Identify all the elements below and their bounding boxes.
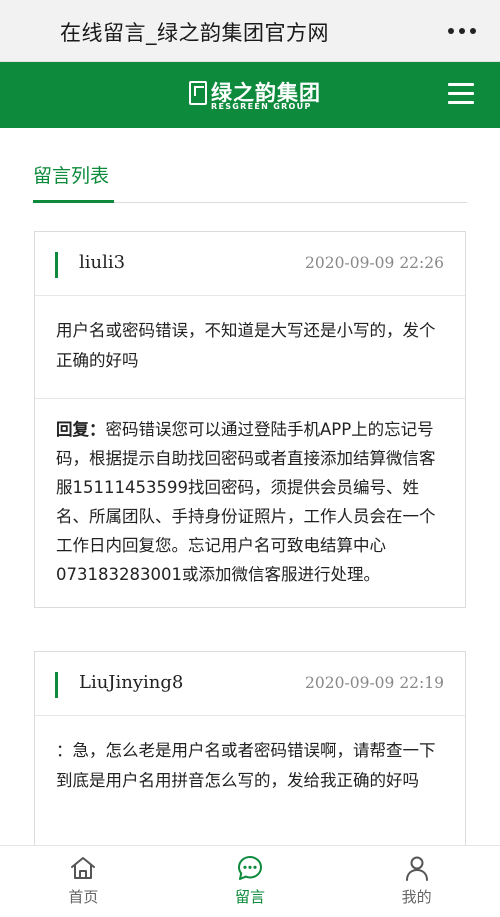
nav-label: 我的 [401, 888, 432, 906]
message-icon [238, 856, 262, 880]
tab-message-list[interactable]: 留言列表 [33, 161, 109, 188]
logo-mark-icon [189, 81, 207, 105]
browser-title-bar: 在线留言_绿之韵集团官方网 [0, 0, 500, 62]
message-header: liuli3 2020-09-09 22:26 [35, 232, 465, 296]
bottom-nav: 首页 留言 我的 [0, 845, 500, 917]
nav-item-home[interactable]: 首页 [0, 846, 167, 917]
nav-item-message[interactable]: 留言 [167, 846, 334, 917]
message-card: liuli3 2020-09-09 22:26 用户名或密码错误，不知道是大写还… [34, 231, 466, 608]
home-icon [71, 857, 96, 879]
message-timestamp: 2020-09-09 22:26 [305, 254, 444, 272]
nav-label: 首页 [68, 888, 99, 906]
reply-text: 密码错误您可以通过登陆手机APP上的忘记号码，根据提示自助找回密码或者直接添加结… [56, 420, 436, 584]
active-tab-indicator [33, 200, 114, 203]
logo-text-en: RESGREEN GROUP [211, 102, 312, 111]
nav-label: 留言 [235, 888, 266, 906]
nav-item-profile[interactable]: 我的 [333, 846, 500, 917]
message-username: liuli3 [79, 252, 126, 273]
message-card: LiuJinying8 2020-09-09 22:19 ：急，怎么老是用户名或… [34, 651, 466, 851]
reply-label: 回复： [56, 420, 106, 439]
accent-bar [55, 672, 58, 698]
dot [448, 28, 454, 34]
message-username: LiuJinying8 [79, 672, 184, 693]
message-timestamp: 2020-09-09 22:19 [305, 674, 444, 692]
message-content: ：急，怎么老是用户名或者密码错误啊，请帮查一下到底是用户名用拼音怎么写的，发给我… [56, 741, 436, 790]
hamburger-menu-icon[interactable] [448, 82, 474, 104]
dot [459, 28, 465, 34]
message-header: LiuJinying8 2020-09-09 22:19 [35, 652, 465, 716]
page-title: 在线留言_绿之韵集团官方网 [60, 21, 329, 45]
accent-bar [55, 252, 58, 278]
brand-logo[interactable]: 绿之韵集团 RESGREEN GROUP [189, 76, 320, 114]
more-options-icon[interactable] [448, 28, 476, 34]
user-icon [405, 856, 428, 881]
site-header: 绿之韵集团 RESGREEN GROUP [0, 62, 500, 128]
message-content: 用户名或密码错误，不知道是大写还是小写的，发个正确的好吗 [35, 296, 465, 399]
message-reply: 回复：密码错误您可以通过登陆手机APP上的忘记号码，根据提示自助找回密码或者直接… [35, 399, 465, 607]
dot [470, 28, 476, 34]
